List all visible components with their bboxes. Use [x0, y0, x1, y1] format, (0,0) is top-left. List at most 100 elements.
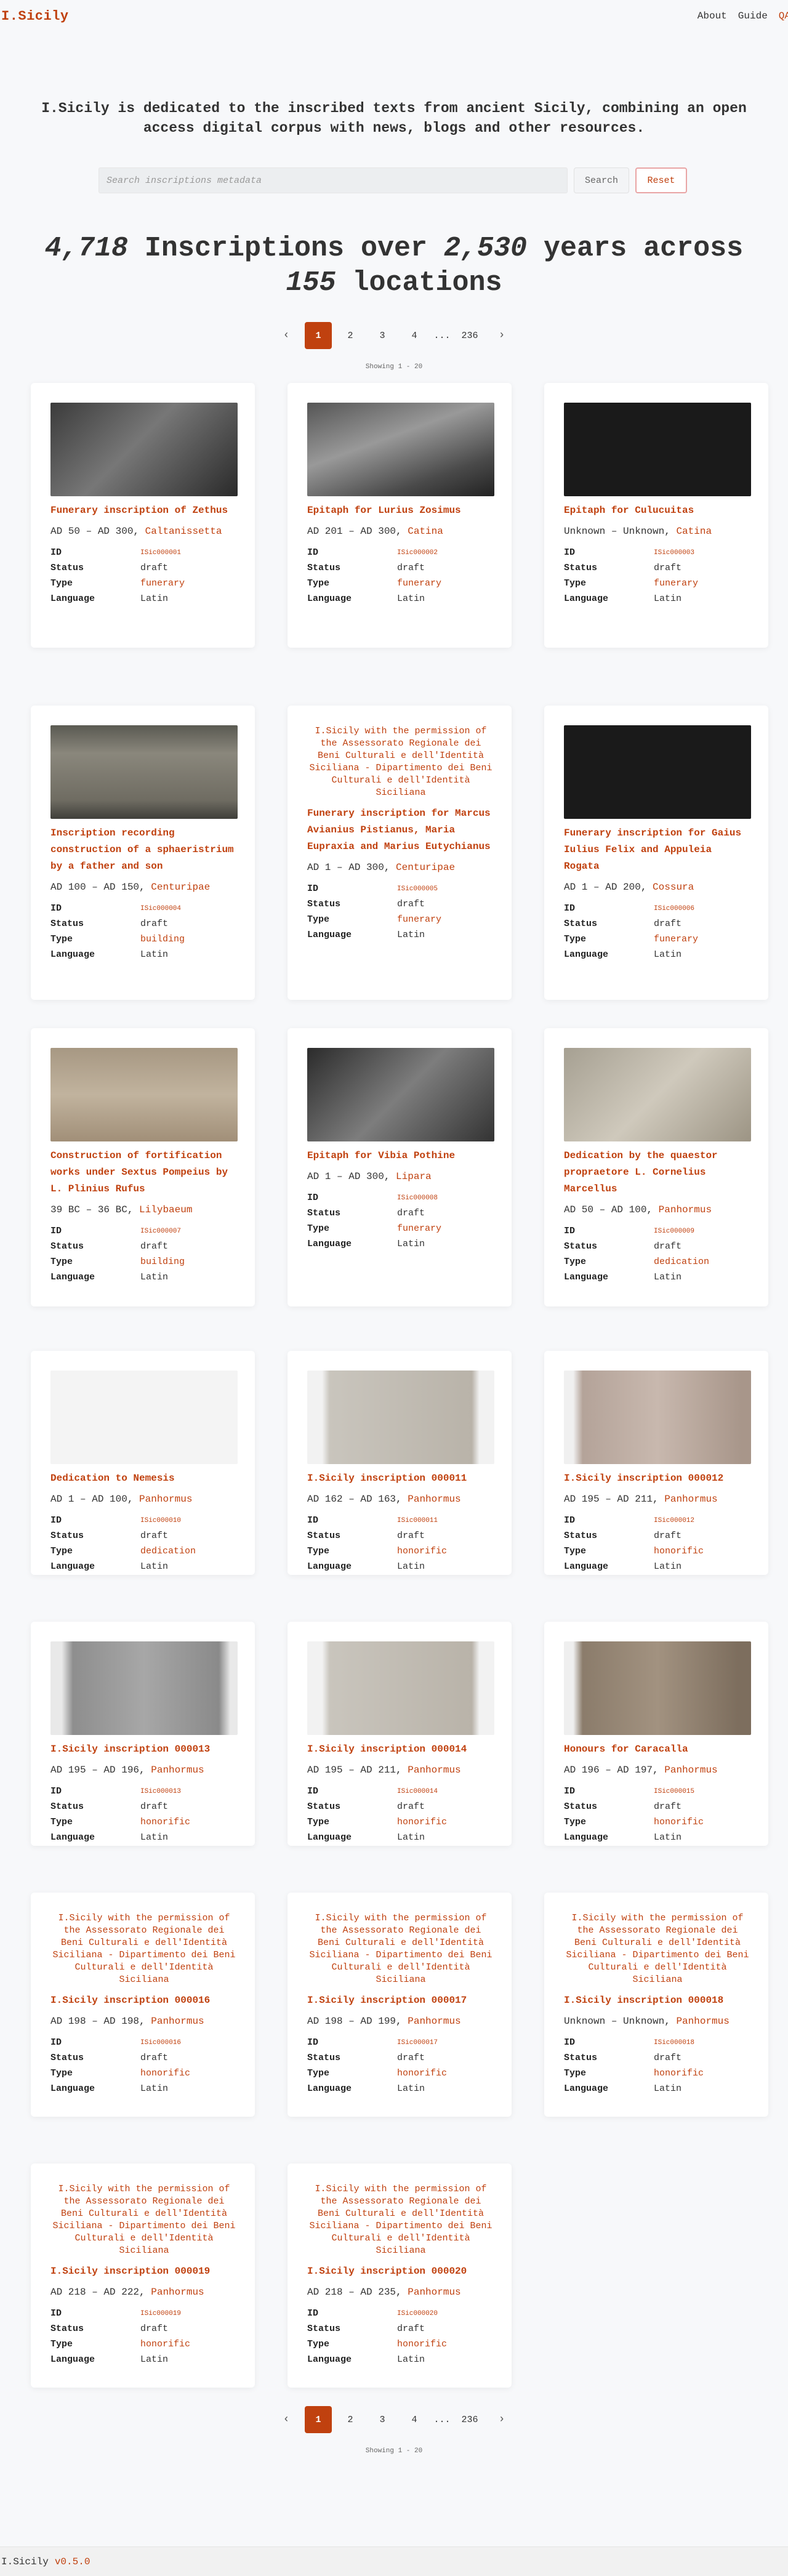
meta-value-type[interactable]: funerary: [140, 578, 185, 589]
meta-value-type[interactable]: funerary: [397, 1223, 441, 1234]
place-link[interactable]: Panhormus: [151, 2016, 204, 2027]
inscription-card[interactable]: Epitaph for Lurius Zosimus AD 201 – AD 30…: [287, 383, 512, 648]
page-3-button[interactable]: 3: [369, 2406, 396, 2433]
place-link[interactable]: Panhormus: [408, 2016, 460, 2027]
inscription-card[interactable]: Dedication to Nemesis AD 1 – AD 100, Panh…: [31, 1351, 255, 1575]
meta-value-type[interactable]: funerary: [397, 578, 441, 589]
broken-image-alt[interactable]: I.Sicily with the permission of the Asse…: [564, 1912, 751, 1986]
inscription-card[interactable]: I.Sicily with the permission of the Asse…: [31, 2163, 255, 2388]
inscription-image[interactable]: [50, 1641, 238, 1735]
inscription-title[interactable]: I.Sicily inscription 000016: [50, 1992, 235, 2009]
inscription-card[interactable]: I.Sicily inscription 000013 AD 195 – AD 1…: [31, 1622, 255, 1846]
inscription-card[interactable]: I.Sicily inscription 000011 AD 162 – AD 1…: [287, 1351, 512, 1575]
meta-value-type[interactable]: building: [140, 1257, 185, 1267]
broken-image-alt[interactable]: I.Sicily with the permission of the Asse…: [307, 2183, 494, 2257]
inscription-card[interactable]: Epitaph for Vibia Pothine AD 1 – AD 300, …: [287, 1028, 512, 1306]
inscription-title[interactable]: Construction of fortification works unde…: [50, 1148, 235, 1197]
meta-value-type[interactable]: honorific: [397, 1817, 447, 1827]
inscription-image[interactable]: [564, 1371, 751, 1464]
inscription-title[interactable]: Funerary inscription of Zethus: [50, 502, 235, 519]
meta-value-type[interactable]: funerary: [654, 578, 698, 589]
meta-value-id[interactable]: ISic000018: [654, 2039, 694, 2047]
meta-value-type[interactable]: honorific: [397, 2068, 447, 2079]
inscription-title[interactable]: I.Sicily inscription 000012: [564, 1470, 749, 1487]
inscription-title[interactable]: I.Sicily inscription 000011: [307, 1470, 492, 1487]
meta-value-type[interactable]: funerary: [397, 914, 441, 925]
meta-value-id[interactable]: ISic000019: [140, 2310, 181, 2317]
page-4-button[interactable]: 4: [401, 2406, 428, 2433]
meta-value-type[interactable]: honorific: [140, 1817, 190, 1827]
inscription-title[interactable]: Dedication by the quaestor propraetore L…: [564, 1148, 749, 1197]
meta-value-id[interactable]: ISic000007: [140, 1228, 181, 1235]
inscription-image[interactable]: [50, 1371, 238, 1464]
meta-value-id[interactable]: ISic000009: [654, 1228, 694, 1235]
place-link[interactable]: Centuripae: [151, 882, 210, 893]
place-link[interactable]: Panhormus: [664, 1494, 717, 1505]
inscription-image[interactable]: [50, 725, 238, 819]
search-input[interactable]: [98, 167, 568, 193]
inscription-title[interactable]: Inscription recording construction of a …: [50, 825, 235, 875]
inscription-card[interactable]: Funerary inscription for Gaius Iulius Fe…: [544, 706, 768, 1000]
inscription-card[interactable]: Funerary inscription of Zethus AD 50 – AD…: [31, 383, 255, 648]
place-link[interactable]: Panhormus: [139, 1494, 192, 1505]
inscription-card[interactable]: Construction of fortification works unde…: [31, 1028, 255, 1306]
inscription-card[interactable]: I.Sicily with the permission of the Asse…: [287, 1893, 512, 2117]
inscription-title[interactable]: Funerary inscription for Gaius Iulius Fe…: [564, 825, 749, 875]
inscription-card[interactable]: I.Sicily with the permission of the Asse…: [287, 706, 512, 1000]
meta-value-type[interactable]: funerary: [654, 934, 698, 944]
inscription-title[interactable]: Honours for Caracalla: [564, 1741, 749, 1758]
page-4-button[interactable]: 4: [401, 322, 428, 349]
meta-value-id[interactable]: ISic000013: [140, 1788, 181, 1795]
meta-value-id[interactable]: ISic000002: [397, 549, 438, 557]
inscription-title[interactable]: I.Sicily inscription 000013: [50, 1741, 235, 1758]
place-link[interactable]: Centuripae: [396, 862, 455, 873]
inscription-image[interactable]: [50, 1048, 238, 1141]
meta-value-id[interactable]: ISic000011: [397, 1517, 438, 1524]
place-link[interactable]: Panhormus: [408, 1765, 460, 1776]
inscription-image[interactable]: [307, 1641, 494, 1735]
nav-guide[interactable]: Guide: [738, 10, 768, 22]
inscription-card[interactable]: Honours for Caracalla AD 196 – AD 197, Pa…: [544, 1622, 768, 1846]
inscription-title[interactable]: I.Sicily inscription 000017: [307, 1992, 492, 2009]
meta-value-type[interactable]: dedication: [140, 1546, 196, 1556]
meta-value-id[interactable]: ISic000010: [140, 1517, 181, 1524]
next-page-button[interactable]: ›: [488, 322, 515, 349]
inscription-image[interactable]: [307, 1371, 494, 1464]
place-link[interactable]: Lipara: [396, 1171, 432, 1182]
place-link[interactable]: Panhormus: [664, 1765, 717, 1776]
page-2-button[interactable]: 2: [337, 322, 364, 349]
meta-value-id[interactable]: ISic000001: [140, 549, 181, 557]
inscription-image[interactable]: [564, 725, 751, 819]
prev-page-button[interactable]: ‹: [273, 322, 300, 349]
meta-value-type[interactable]: honorific: [140, 2068, 190, 2079]
prev-page-button[interactable]: ‹: [273, 2406, 300, 2433]
broken-image-alt[interactable]: I.Sicily with the permission of the Asse…: [307, 725, 494, 799]
meta-value-id[interactable]: ISic000004: [140, 905, 181, 912]
inscription-title[interactable]: I.Sicily inscription 000018: [564, 1992, 749, 2009]
page-1-button[interactable]: 1: [305, 2406, 332, 2433]
meta-value-type[interactable]: honorific: [654, 2068, 704, 2079]
broken-image-alt[interactable]: I.Sicily with the permission of the Asse…: [50, 1912, 238, 1986]
meta-value-id[interactable]: ISic000003: [654, 549, 694, 557]
meta-value-id[interactable]: ISic000008: [397, 1194, 438, 1202]
inscription-card[interactable]: I.Sicily inscription 000014 AD 195 – AD 2…: [287, 1622, 512, 1846]
inscription-image[interactable]: [564, 1641, 751, 1735]
place-link[interactable]: Catina: [408, 526, 443, 537]
last-page-button[interactable]: 236: [456, 2406, 483, 2433]
broken-image-alt[interactable]: I.Sicily with the permission of the Asse…: [50, 2183, 238, 2257]
inscription-image[interactable]: [307, 403, 494, 496]
inscription-title[interactable]: Funerary inscription for Marcus Avianius…: [307, 805, 492, 855]
inscription-image[interactable]: [307, 1048, 494, 1141]
meta-value-id[interactable]: ISic000005: [397, 885, 438, 893]
inscription-card[interactable]: I.Sicily with the permission of the Asse…: [287, 2163, 512, 2388]
meta-value-type[interactable]: honorific: [654, 1546, 704, 1556]
inscription-image[interactable]: [564, 403, 751, 496]
place-link[interactable]: Panhormus: [151, 1765, 204, 1776]
place-link[interactable]: Panhormus: [151, 2287, 204, 2298]
inscription-title[interactable]: I.Sicily inscription 000019: [50, 2263, 235, 2280]
inscription-title[interactable]: Dedication to Nemesis: [50, 1470, 235, 1487]
last-page-button[interactable]: 236: [456, 322, 483, 349]
next-page-button[interactable]: ›: [488, 2406, 515, 2433]
inscription-title[interactable]: Epitaph for Culucuitas: [564, 502, 749, 519]
page-3-button[interactable]: 3: [369, 322, 396, 349]
